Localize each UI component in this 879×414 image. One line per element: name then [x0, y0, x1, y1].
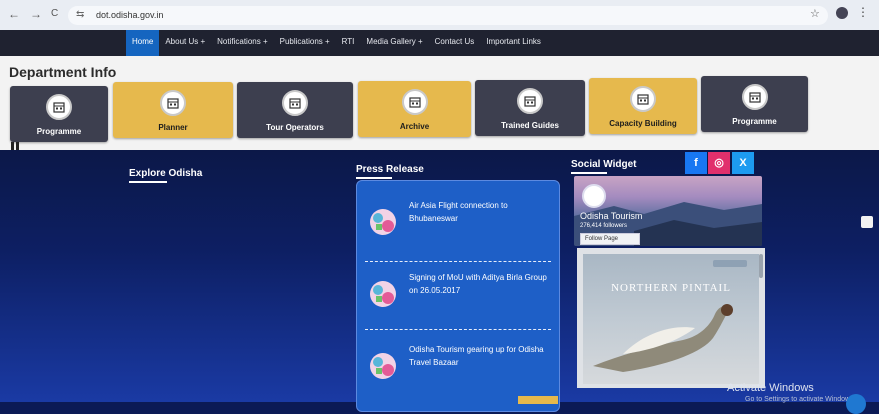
main-menu: Home About Us + Notifications + Publication… — [126, 30, 547, 56]
reload-icon[interactable]: C — [51, 8, 58, 19]
calendar-icon — [741, 84, 768, 110]
press-thumbnail-icon — [368, 279, 398, 309]
x-icon[interactable]: X — [732, 152, 754, 174]
building-icon — [630, 86, 656, 112]
tile-capacity-building[interactable]: Capacity Building — [589, 78, 697, 134]
facebook-page-card[interactable]: Odisha Tourism 276,414 followers Follow … — [574, 176, 762, 246]
back-icon[interactable]: ← — [8, 7, 20, 21]
tile-label: Planner — [158, 123, 188, 132]
guide-icon — [517, 88, 543, 114]
url-text[interactable]: dot.odisha.gov.in — [96, 10, 163, 20]
explore-underline — [129, 181, 167, 183]
tile-tour-operators[interactable]: Tour Operators — [237, 82, 353, 138]
browser-toolbar: ← → C ⇆ dot.odisha.gov.in ☆ ⋮ — [0, 0, 879, 31]
tile-label: Capacity Building — [609, 119, 677, 128]
press-thumbnail-icon — [368, 351, 398, 381]
menu-item[interactable]: RTI — [336, 30, 361, 56]
press-release-title: Press Release — [356, 164, 424, 175]
address-bar[interactable]: ⇆ dot.odisha.gov.in — [68, 6, 828, 25]
tile-label: Tour Operators — [266, 123, 324, 132]
social-feed-post[interactable]: NORTHERN PINTAIL — [577, 248, 765, 388]
tile-label: Trained Guides — [501, 121, 559, 130]
pintail-duck-image — [593, 304, 733, 372]
facebook-icon[interactable]: f — [685, 152, 707, 174]
tile-trained-guides[interactable]: Trained Guides — [475, 80, 585, 136]
menu-item[interactable]: Important Links — [480, 30, 547, 56]
fb-page-name[interactable]: Odisha Tourism — [580, 211, 642, 221]
tile-programme[interactable]: Programme — [10, 86, 108, 142]
calendar-icon[interactable] — [861, 216, 873, 228]
department-info-title: Department Info — [9, 64, 117, 80]
follow-page-button[interactable]: Follow Page — [580, 233, 640, 245]
activate-windows-watermark: Activate Windows — [727, 382, 814, 394]
tile-planner[interactable]: Planner — [113, 82, 233, 138]
menu-item[interactable]: Home — [126, 30, 160, 56]
profile-avatar[interactable] — [836, 7, 848, 19]
press-underline — [356, 177, 392, 179]
archive-icon — [401, 89, 428, 115]
forward-icon[interactable]: → — [30, 7, 42, 21]
press-item-text[interactable]: Air Asia Flight connection to Bhubaneswa… — [409, 199, 549, 225]
read-more-button[interactable] — [518, 396, 558, 404]
press-divider — [365, 261, 551, 262]
instagram-icon[interactable]: ◎ — [708, 152, 730, 174]
tile-label: Programme — [732, 117, 777, 126]
menu-item[interactable]: Publications + — [274, 30, 336, 56]
tile-label: Programme — [36, 127, 82, 136]
press-divider — [365, 329, 551, 330]
tile-programme[interactable]: Programme — [701, 76, 808, 132]
press-item-text[interactable]: Odisha Tourism gearing up for Odisha Tra… — [409, 343, 549, 369]
site-settings-icon[interactable]: ⇆ — [76, 9, 84, 20]
feed-image: NORTHERN PINTAIL — [583, 254, 759, 384]
odisha-tourism-logo — [582, 184, 606, 208]
menu-item[interactable]: Contact Us — [429, 30, 481, 56]
tile-label: Archive — [399, 122, 430, 131]
bookmark-star-icon[interactable]: ☆ — [810, 7, 820, 20]
calendar-icon — [46, 94, 72, 120]
browser-menu-icon[interactable]: ⋮ — [857, 5, 869, 19]
feed-scrollbar[interactable] — [759, 254, 763, 278]
press-thumbnail-icon — [368, 207, 398, 237]
tile-archive[interactable]: Archive — [358, 81, 471, 137]
social-underline — [571, 172, 607, 174]
menu-item[interactable]: Notifications + — [211, 30, 273, 56]
floating-chat-button[interactable] — [846, 394, 866, 414]
explore-odisha-title: Explore Odisha — [129, 168, 203, 179]
menu-item[interactable]: Media Gallery + — [360, 30, 428, 56]
main-menu-bar: Home About Us + Notifications + Publication… — [0, 30, 879, 56]
fb-followers: 276,414 followers — [580, 223, 628, 229]
social-widget-title: Social Widget — [571, 159, 637, 170]
planner-icon — [160, 90, 186, 116]
press-release-card: Air Asia Flight connection to Bhubaneswa… — [356, 180, 560, 412]
tour-operator-icon — [282, 90, 308, 116]
press-item-text[interactable]: Signing of MoU with Aditya Birla Group o… — [409, 271, 549, 297]
menu-item[interactable]: About Us + — [159, 30, 211, 56]
